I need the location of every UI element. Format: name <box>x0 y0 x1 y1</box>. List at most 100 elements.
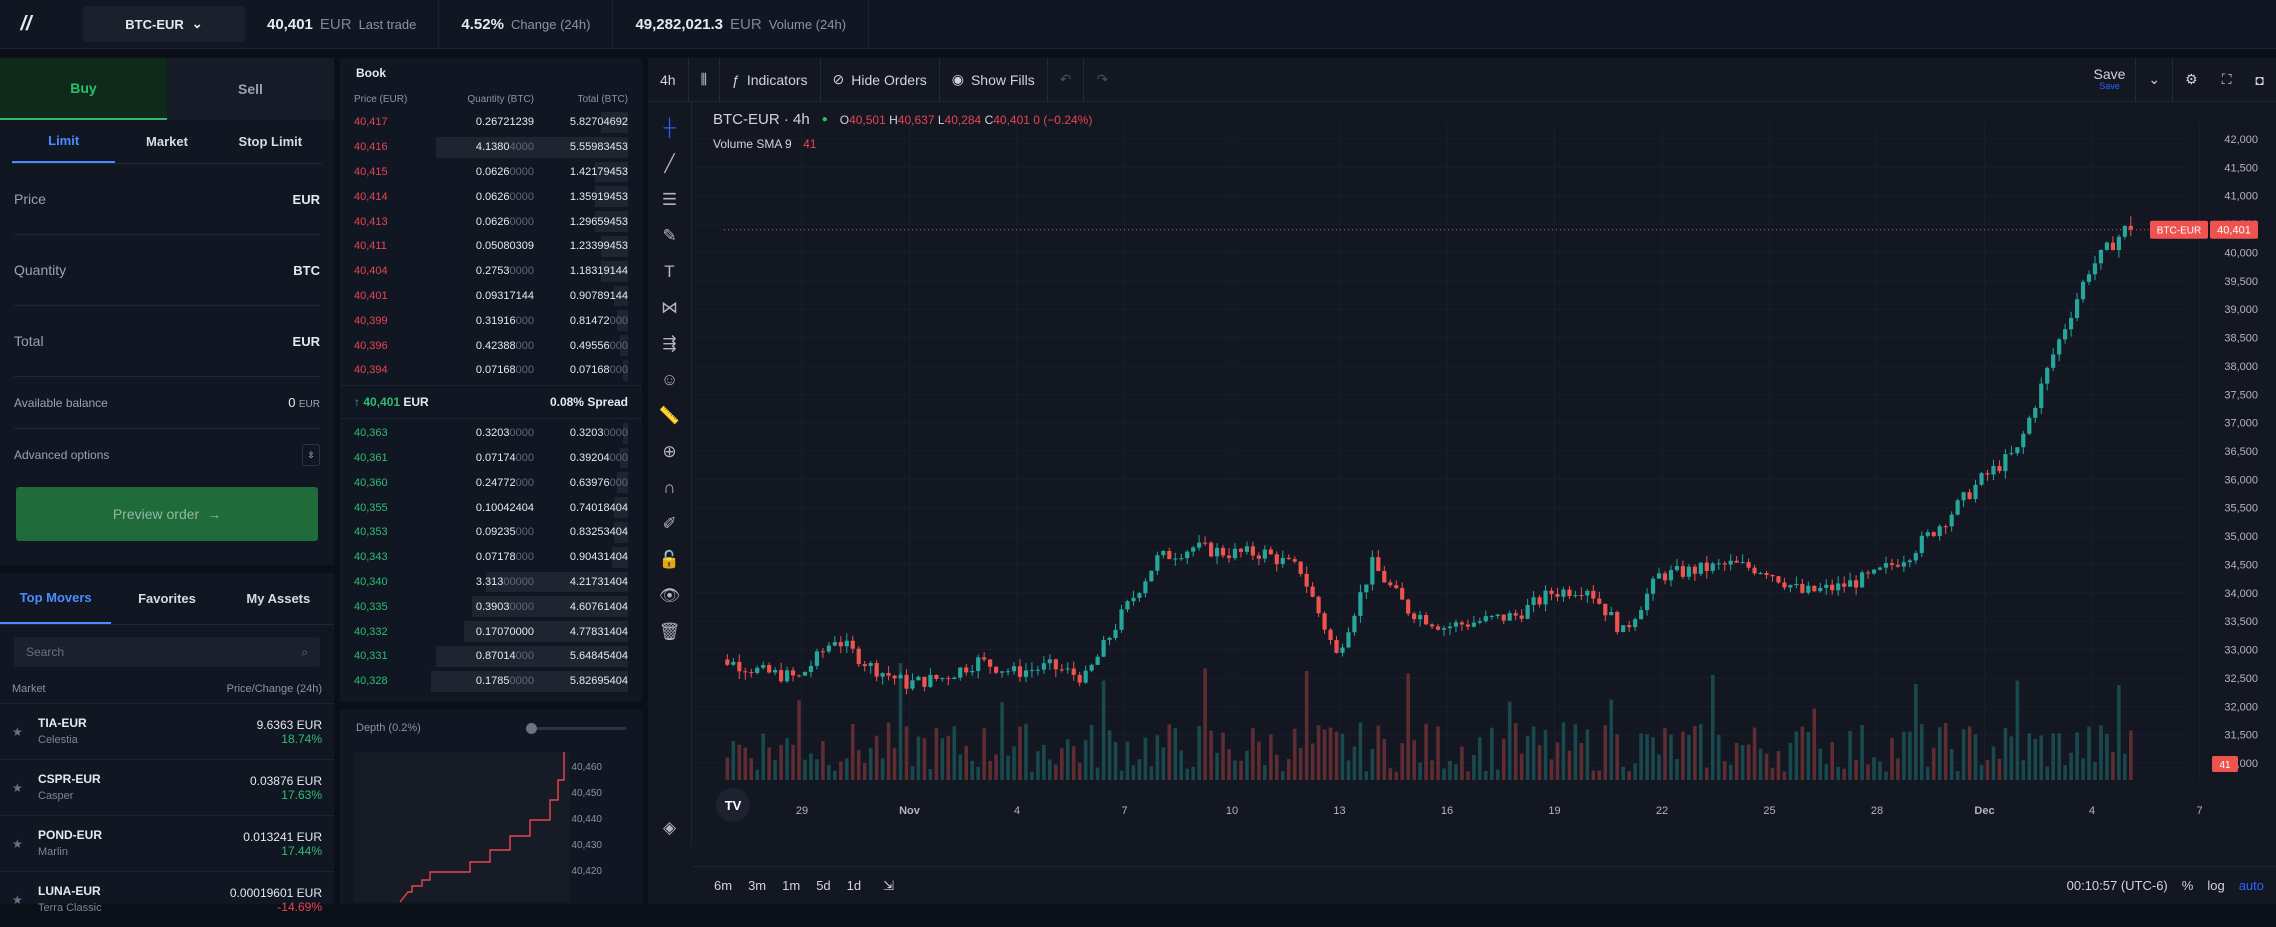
interval-button[interactable]: 4h <box>648 57 689 102</box>
lock-icon[interactable]: 🔓 <box>648 542 692 578</box>
depth-slider[interactable] <box>526 722 626 734</box>
ask-row[interactable]: 40,401 0.09317144 0.90789144 <box>340 284 642 309</box>
bid-row[interactable]: 40,361 0.07174000 0.39204000 <box>340 446 642 471</box>
range-1m[interactable]: 1m <box>782 878 800 893</box>
show-fills-button[interactable]: ◉ Show Fills <box>940 57 1048 102</box>
date-range-icon[interactable]: ⇲ <box>883 878 894 894</box>
y-tick-label: 32,500 <box>2224 673 2258 685</box>
clock[interactable]: 00:10:57 (UTC-6) <box>2067 878 2168 893</box>
indicators-button[interactable]: ƒ Indicators <box>720 57 821 102</box>
emoji-icon[interactable]: ☺ <box>648 362 692 398</box>
zoom-in-icon[interactable]: ⊕ <box>648 434 692 470</box>
range-3m[interactable]: 3m <box>748 878 766 893</box>
price-chart[interactable]: 42,00041,50041,00040,50040,00039,50039,0… <box>692 102 2276 822</box>
fullscreen-button[interactable]: ⛶ <box>2210 58 2244 102</box>
brush-icon[interactable]: ✎ <box>648 218 692 254</box>
bid-row[interactable]: 40,355 0.10042404 0.74018404 <box>340 495 642 520</box>
mover-row[interactable]: ★ POND-EUR Marlin 0.013241 EUR 17.44% <box>0 815 334 871</box>
star-icon[interactable]: ★ <box>12 893 38 907</box>
screenshot-button[interactable]: ◘ <box>2244 58 2276 102</box>
mover-row[interactable]: ★ TIA-EUR Celestia 9.6363 EUR 18.74% <box>0 703 334 759</box>
advanced-options[interactable]: Advanced options ⇳ <box>14 429 320 481</box>
range-5d[interactable]: 5d <box>816 878 830 893</box>
range-1d[interactable]: 1d <box>847 878 861 893</box>
bid-row[interactable]: 40,343 0.07178000 0.90431404 <box>340 545 642 570</box>
buy-tab[interactable]: Buy <box>0 58 167 120</box>
tab-favorites[interactable]: Favorites <box>111 573 222 624</box>
bid-row[interactable]: 40,332 0.17070000 4.77831404 <box>340 619 642 644</box>
book-q-part: 0. <box>475 265 486 278</box>
save-menu-button[interactable]: ⌄ <box>2135 57 2174 102</box>
range-6m[interactable]: 6m <box>714 878 732 893</box>
ask-row[interactable]: 40,396 0.42388000 0.49556000 <box>340 333 642 358</box>
candle-body <box>904 674 909 689</box>
log-toggle[interactable]: log <box>2207 878 2224 893</box>
save-button[interactable]: Save Save <box>2084 66 2136 92</box>
percent-toggle[interactable]: % <box>2182 878 2194 893</box>
ask-row[interactable]: 40,411 0.05080309 1.23399453 <box>340 234 642 259</box>
layers-icon[interactable]: ◈ <box>648 810 692 846</box>
ask-row[interactable]: 40,414 0.06260000 1.35919453 <box>340 184 642 209</box>
candle-body <box>1310 586 1315 597</box>
bid-row[interactable]: 40,335 0.39030000 4.60761404 <box>340 594 642 619</box>
prediction-icon[interactable]: ⇶ <box>648 326 692 362</box>
expand-toggle-icon[interactable]: ⇳ <box>302 444 320 466</box>
book-price: 40,394 <box>354 364 388 377</box>
preview-order-button[interactable]: Preview order → <box>16 487 318 541</box>
star-icon[interactable]: ★ <box>12 725 38 739</box>
tab-limit[interactable]: Limit <box>12 120 116 163</box>
bid-row[interactable]: 40,331 0.87014000 5.64845404 <box>340 644 642 669</box>
tab-my-assets[interactable]: My Assets <box>223 573 334 624</box>
total-field[interactable]: Total EUR <box>14 306 320 377</box>
bid-row[interactable]: 40,353 0.09235000 0.83253404 <box>340 520 642 545</box>
ruler-icon[interactable]: 📏 <box>648 398 692 434</box>
ask-row[interactable]: 40,394 0.07168000 0.07168000 <box>340 358 642 383</box>
candle-body <box>2039 383 2044 409</box>
depth-slider-handle[interactable] <box>526 722 537 734</box>
crosshair-icon[interactable]: ┼ <box>648 110 692 146</box>
ask-row[interactable]: 40,417 0.26721239 5.82704692 <box>340 110 642 135</box>
bid-row[interactable]: 40,363 0.32030000 0.32030000 <box>340 421 642 446</box>
volume-label: Volume (24h) <box>768 16 847 32</box>
market-search-input[interactable]: Search ⌕ <box>14 637 320 667</box>
pattern-icon[interactable]: ⋈ <box>648 290 692 326</box>
quantity-field[interactable]: Quantity BTC <box>14 235 320 306</box>
sell-tab[interactable]: Sell <box>167 58 334 120</box>
visibility-icon[interactable]: 👁 <box>648 578 692 614</box>
volume-bar <box>1018 726 1022 780</box>
price-field[interactable]: Price EUR <box>14 164 320 235</box>
volume-bar <box>1275 754 1279 780</box>
fib-icon[interactable]: ☰ <box>648 182 692 218</box>
bid-row[interactable]: 40,328 0.17850000 5.82695404 <box>340 669 642 694</box>
trash-icon[interactable]: 🗑 <box>648 614 692 650</box>
auto-toggle[interactable]: auto <box>2239 878 2264 893</box>
ask-row[interactable]: 40,416 4.13804000 5.55983453 <box>340 135 642 160</box>
candle-type-button[interactable]: ⫼ <box>689 57 721 102</box>
undo-button[interactable]: ↶ <box>1048 57 1085 102</box>
mover-row[interactable]: ★ LUNA-EUR Terra Classic 0.00019601 EUR -1… <box>0 871 334 927</box>
bid-row[interactable]: 40,360 0.24772000 0.63976000 <box>340 470 642 495</box>
star-icon[interactable]: ★ <box>12 781 38 795</box>
text-icon[interactable]: T <box>648 254 692 290</box>
tradingview-logo-icon[interactable]: TV <box>716 788 750 822</box>
redo-button[interactable]: ↷ <box>1084 58 1120 102</box>
settings-button[interactable]: ⚙ <box>2173 58 2210 102</box>
brand-logo-icon[interactable]: // <box>0 0 52 49</box>
mover-row[interactable]: ★ CSPR-EUR Casper 0.03876 EUR 17.63% <box>0 759 334 815</box>
book-q-part: 0000 <box>509 165 534 178</box>
lock-drawing-icon[interactable]: ✐ <box>648 506 692 542</box>
tab-top-movers[interactable]: Top Movers <box>0 573 112 624</box>
trendline-icon[interactable]: ╱ <box>648 146 692 182</box>
ask-row[interactable]: 40,415 0.06260000 1.42179453 <box>340 160 642 185</box>
tab-market[interactable]: Market <box>115 120 218 163</box>
ask-row[interactable]: 40,413 0.06260000 1.29659453 <box>340 209 642 234</box>
tab-stop-limit[interactable]: Stop Limit <box>219 120 322 163</box>
candle-body <box>940 678 945 680</box>
bid-row[interactable]: 40,340 3.31300000 4.21731404 <box>340 570 642 595</box>
hide-orders-button[interactable]: ⊘ Hide Orders <box>821 57 940 102</box>
magnet-icon[interactable]: ∩ <box>648 470 692 506</box>
star-icon[interactable]: ★ <box>12 837 38 851</box>
ask-row[interactable]: 40,404 0.27530000 1.18319144 <box>340 259 642 284</box>
pair-selector[interactable]: BTC-EUR ⌄ <box>83 6 245 42</box>
ask-row[interactable]: 40,399 0.31916000 0.81472000 <box>340 308 642 333</box>
